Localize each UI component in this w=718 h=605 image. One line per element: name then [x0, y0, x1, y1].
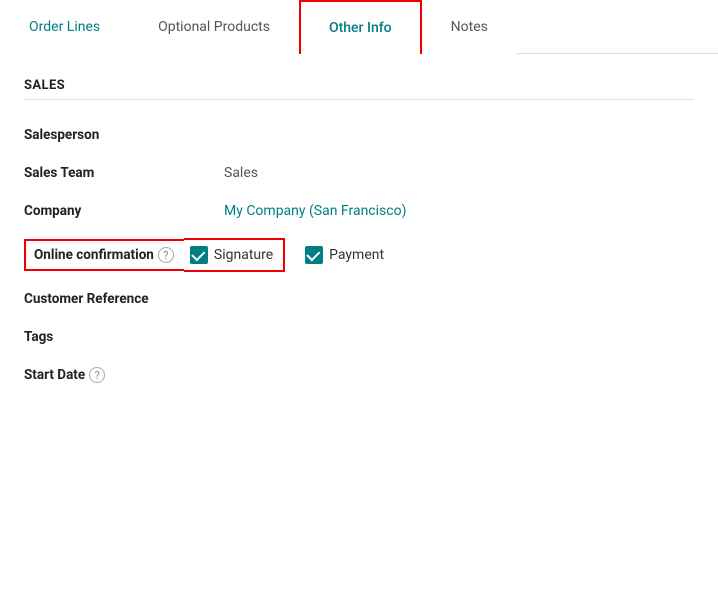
payment-area: Payment — [305, 246, 384, 264]
online-confirmation-signature-box: Signature — [184, 238, 285, 272]
tab-other-info[interactable]: Other Info — [299, 0, 422, 54]
content-area: SALES Salesperson Sales Team Sales Compa… — [0, 54, 718, 418]
company-value[interactable]: My Company (San Francisco) — [224, 203, 406, 219]
start-date-help-icon[interactable]: ? — [89, 367, 105, 383]
salesperson-label: Salesperson — [24, 127, 224, 143]
tab-notes[interactable]: Notes — [422, 0, 517, 54]
salesperson-row: Salesperson — [24, 116, 694, 154]
tags-label: Tags — [24, 329, 224, 345]
company-label: Company — [24, 203, 224, 219]
tab-order-lines[interactable]: Order Lines — [0, 0, 129, 54]
company-row: Company My Company (San Francisco) — [24, 192, 694, 230]
payment-label: Payment — [329, 247, 384, 263]
tab-optional-products[interactable]: Optional Products — [129, 0, 299, 54]
payment-checkbox[interactable] — [305, 246, 323, 264]
online-confirmation-label-box: Online confirmation ? — [24, 239, 184, 271]
signature-label: Signature — [214, 247, 273, 263]
tab-bar: Order Lines Optional Products Other Info… — [0, 0, 718, 54]
sales-team-label: Sales Team — [24, 165, 224, 181]
sales-team-row: Sales Team Sales — [24, 154, 694, 192]
customer-reference-row: Customer Reference — [24, 280, 694, 318]
online-confirmation-help-icon[interactable]: ? — [158, 247, 174, 263]
sales-team-value[interactable]: Sales — [224, 165, 258, 181]
section-title-sales: SALES — [24, 78, 694, 100]
customer-reference-label: Customer Reference — [24, 291, 224, 307]
tags-row: Tags — [24, 318, 694, 356]
start-date-label: Start Date ? — [24, 367, 224, 383]
online-confirmation-row: Online confirmation ? Signature Payment — [24, 230, 694, 280]
signature-checkbox[interactable] — [190, 246, 208, 264]
start-date-row: Start Date ? — [24, 356, 694, 394]
form-fields: Salesperson Sales Team Sales Company My … — [24, 116, 694, 394]
online-confirmation-label: Online confirmation — [34, 247, 154, 263]
